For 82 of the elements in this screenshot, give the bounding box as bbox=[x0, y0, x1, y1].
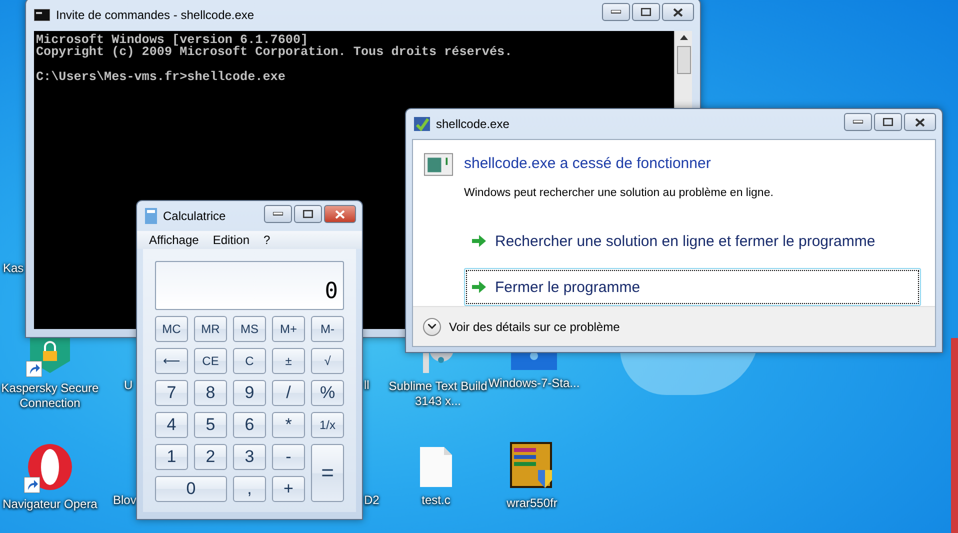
calculator-key[interactable]: MS bbox=[233, 316, 266, 342]
archive-icon bbox=[510, 442, 554, 490]
calculator-key[interactable]: ⟵ bbox=[155, 348, 188, 374]
ring-icon bbox=[26, 443, 74, 491]
display-value: 0 bbox=[324, 280, 338, 304]
dialog-message: Windows peut rechercher une solution au problème en ligne. bbox=[464, 187, 774, 199]
scrollbar-thumb[interactable] bbox=[676, 46, 690, 74]
calculator-key[interactable]: ± bbox=[272, 348, 305, 374]
icon-label: Blov bbox=[113, 493, 136, 508]
scroll-up-icon[interactable] bbox=[680, 35, 688, 40]
calculator-key[interactable]: = bbox=[311, 444, 344, 502]
calculator-key[interactable]: 5 bbox=[194, 412, 227, 438]
command-link[interactable]: Fermer le programme bbox=[464, 268, 921, 306]
close-button[interactable] bbox=[662, 3, 694, 21]
minimize-icon bbox=[611, 10, 621, 14]
console-line: Copyright (c) 2009 Microsoft Corporation. Tous droits réservés. bbox=[36, 46, 514, 59]
shortcut-arrow-icon bbox=[26, 361, 42, 377]
console-line: Microsoft Windows [version 6.1.7600] bbox=[36, 34, 308, 46]
calculator-key[interactable]: 7 bbox=[155, 380, 188, 406]
calculator-key[interactable]: M+ bbox=[272, 316, 305, 342]
app-icon bbox=[414, 117, 430, 131]
icon-label: ll bbox=[364, 378, 370, 393]
icon-label: D2 bbox=[364, 493, 380, 508]
close-icon bbox=[673, 8, 683, 16]
calculator-key[interactable]: 3 bbox=[233, 444, 266, 470]
calculator-key[interactable]: 2 bbox=[194, 444, 227, 470]
calculator-key[interactable]: MR bbox=[194, 316, 227, 342]
calculator-key[interactable]: 8 bbox=[194, 380, 227, 406]
menu-item[interactable]: ? bbox=[264, 233, 270, 247]
calculator-key[interactable]: 1 bbox=[155, 444, 188, 470]
calculator-key[interactable]: C bbox=[233, 348, 266, 374]
shortcut-arrow-icon bbox=[24, 477, 40, 493]
calculator-key[interactable]: MC bbox=[155, 316, 188, 342]
maximize-icon bbox=[303, 210, 313, 218]
calculator-icon bbox=[145, 208, 157, 224]
icon-label: U bbox=[124, 378, 133, 393]
minimize-button[interactable] bbox=[264, 205, 292, 223]
command-link[interactable]: Rechercher une solution en ligne et fermer le programme bbox=[464, 222, 921, 260]
window-title: shellcode.exe bbox=[436, 117, 510, 131]
minimize-icon bbox=[853, 120, 863, 124]
icon-label: Kas bbox=[3, 261, 24, 276]
calculator-key[interactable]: % bbox=[311, 380, 344, 406]
file-icon bbox=[420, 447, 452, 487]
close-button[interactable] bbox=[324, 205, 356, 223]
minimize-button[interactable] bbox=[602, 3, 630, 21]
close-icon bbox=[335, 210, 345, 218]
maximize-button[interactable] bbox=[294, 205, 322, 223]
calculator-key[interactable]: 4 bbox=[155, 412, 188, 438]
minimize-icon bbox=[273, 212, 283, 216]
calculator-key[interactable]: / bbox=[272, 380, 305, 406]
menu-item[interactable]: Affichage bbox=[149, 233, 199, 247]
console-line: C:\Users\Mes-vms.fr>shellcode.exe bbox=[36, 71, 286, 84]
details-link[interactable]: Voir des détails sur ce problème bbox=[449, 320, 620, 334]
calculator-key[interactable]: + bbox=[272, 476, 305, 502]
calculator-key[interactable]: 1/x bbox=[311, 412, 344, 438]
menu-item[interactable]: Edition bbox=[212, 233, 250, 247]
window-title: Invite de commandes - shellcode.exe bbox=[56, 8, 256, 22]
calculator-key[interactable]: 9 bbox=[233, 380, 266, 406]
calculator-key[interactable]: CE bbox=[194, 348, 227, 374]
maximize-icon bbox=[641, 8, 651, 16]
disc-icon bbox=[423, 353, 453, 373]
chevron-icon bbox=[428, 324, 436, 329]
program-window-icon bbox=[424, 152, 453, 177]
calculator-key[interactable]: √ bbox=[311, 348, 344, 374]
close-icon bbox=[915, 118, 925, 126]
calculator-key[interactable]: - bbox=[272, 444, 305, 470]
calculator-key[interactable]: 0 bbox=[155, 476, 227, 502]
maximize-icon bbox=[883, 118, 893, 126]
maximize-button[interactable] bbox=[632, 3, 660, 21]
close-button[interactable] bbox=[904, 113, 936, 131]
arrow-icon bbox=[472, 235, 486, 247]
minimize-button[interactable] bbox=[844, 113, 872, 131]
console-icon bbox=[34, 9, 50, 21]
arrow-icon bbox=[472, 281, 486, 293]
dialog-heading: shellcode.exe a cessé de fonctionner bbox=[464, 155, 712, 173]
calculator-key[interactable]: * bbox=[272, 412, 305, 438]
calculator-key[interactable]: 6 bbox=[233, 412, 266, 438]
window-title: Calculatrice bbox=[163, 209, 227, 223]
maximize-button[interactable] bbox=[874, 113, 902, 131]
expand-button[interactable] bbox=[423, 318, 441, 336]
calculator-key[interactable]: M- bbox=[311, 316, 344, 342]
calculator-key[interactable]: , bbox=[233, 476, 266, 502]
